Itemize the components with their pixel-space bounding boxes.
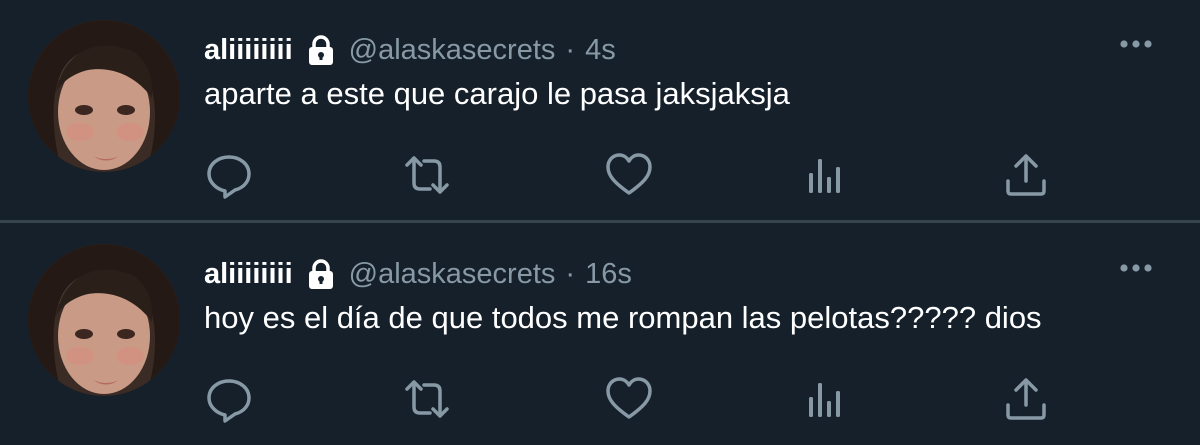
- timestamp[interactable]: 4s: [585, 34, 616, 67]
- lock-icon: [307, 34, 335, 66]
- share-icon[interactable]: [1002, 151, 1050, 199]
- retweet-icon[interactable]: [403, 151, 451, 199]
- more-icon[interactable]: [1116, 34, 1156, 54]
- reply-icon[interactable]: [205, 375, 253, 423]
- tweet-header: aliiiiiiii @alaskasecrets · 16s: [204, 250, 632, 298]
- like-icon[interactable]: [605, 375, 653, 423]
- tweet[interactable]: aliiiiiiii @alaskasecrets · 4s aparte a …: [0, 0, 1200, 221]
- user-handle[interactable]: @alaskasecrets: [349, 258, 556, 291]
- more-icon[interactable]: [1116, 258, 1156, 278]
- action-bar: [0, 375, 1200, 423]
- retweet-icon[interactable]: [403, 375, 451, 423]
- timestamp[interactable]: 16s: [585, 258, 632, 291]
- separator-dot: ·: [565, 257, 576, 290]
- share-icon[interactable]: [1002, 375, 1050, 423]
- reply-icon[interactable]: [205, 151, 253, 199]
- tweet-text: aparte a este que carajo le pasa jaksjak…: [204, 76, 790, 111]
- display-name[interactable]: aliiiiiiii: [204, 258, 293, 291]
- lock-icon: [307, 258, 335, 290]
- user-handle[interactable]: @alaskasecrets: [349, 34, 556, 67]
- action-bar: [0, 151, 1200, 199]
- analytics-icon[interactable]: [803, 375, 851, 423]
- avatar[interactable]: [28, 244, 180, 396]
- display-name[interactable]: aliiiiiiii: [204, 34, 293, 67]
- tweet[interactable]: aliiiiiiii @alaskasecrets · 16s hoy es e…: [0, 224, 1200, 445]
- tweet-header: aliiiiiiii @alaskasecrets · 4s: [204, 26, 616, 74]
- avatar[interactable]: [28, 20, 180, 172]
- tweet-text: hoy es el día de que todos me rompan las…: [204, 300, 1042, 335]
- separator-dot: ·: [565, 33, 576, 66]
- analytics-icon[interactable]: [803, 151, 851, 199]
- tweet-divider: [0, 220, 1200, 223]
- like-icon[interactable]: [605, 151, 653, 199]
